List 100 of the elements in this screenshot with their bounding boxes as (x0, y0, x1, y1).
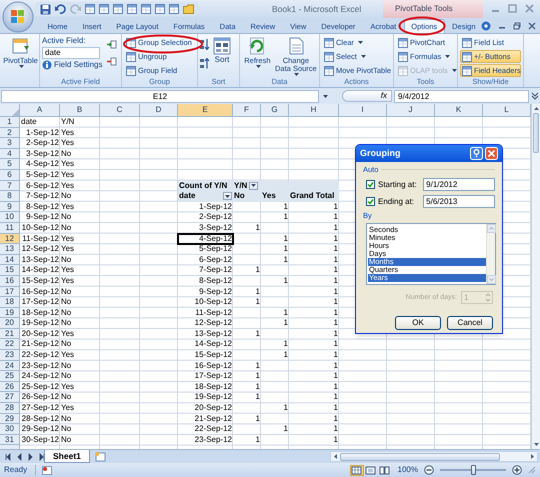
column-header[interactable]: L (483, 104, 531, 117)
column-header[interactable]: D (140, 104, 178, 117)
previous-sheet-icon[interactable] (4, 452, 12, 460)
close-icon[interactable] (528, 22, 536, 30)
row-header[interactable]: 25 (0, 371, 20, 382)
row-header[interactable]: 29 (0, 414, 20, 424)
row-header[interactable]: 3 (0, 138, 20, 149)
row-header[interactable]: 6 (0, 170, 20, 181)
expand-icon[interactable] (531, 92, 539, 100)
row-header[interactable]: 7 (0, 180, 20, 192)
row-header[interactable]: 27 (0, 392, 20, 404)
dialog-button[interactable]: Cancel (447, 316, 493, 330)
row-header[interactable]: 26 (0, 382, 20, 392)
view-button[interactable] (378, 464, 392, 476)
field-settings-button[interactable]: Field Settings (42, 60, 107, 70)
column-header[interactable]: J (387, 104, 435, 117)
row-header[interactable]: 13 (0, 244, 20, 255)
checkbox[interactable] (366, 197, 375, 206)
sort-ascending-icon[interactable] (200, 39, 210, 50)
row-header[interactable]: 2 (0, 128, 20, 138)
table-cell-text: 2-Sep-12 (198, 212, 233, 223)
zoom-out-icon[interactable] (424, 465, 434, 475)
start-date-field[interactable]: 9/1/2012 (423, 178, 495, 191)
restore-icon[interactable] (513, 22, 521, 30)
column-header[interactable]: K (435, 104, 483, 117)
row-header[interactable]: 5 (0, 159, 20, 170)
table-cell-text: 14-Sep-12 (194, 339, 233, 350)
scrollbar-thumb[interactable] (340, 452, 500, 460)
insert-sheet-icon[interactable] (94, 452, 108, 462)
row-header[interactable]: 4 (0, 148, 20, 160)
view-button[interactable] (350, 464, 364, 476)
vertical-scrollbar[interactable] (531, 104, 540, 449)
column-header[interactable]: B (60, 104, 100, 117)
scrollbar-thumb[interactable] (533, 113, 539, 153)
row-header[interactable]: 31 (0, 434, 20, 446)
row-header[interactable]: 1 (0, 117, 20, 128)
column-header[interactable]: C (100, 104, 140, 117)
table-cell-text: No (60, 222, 72, 234)
active-field-input[interactable]: date (42, 47, 100, 59)
row-header[interactable]: 22 (0, 339, 20, 350)
caret-icon (251, 184, 256, 188)
row-header[interactable]: 23 (0, 350, 20, 361)
dialog-button[interactable]: OK (395, 316, 441, 330)
collapse-icon[interactable] (107, 57, 117, 66)
undo-icon[interactable] (55, 4, 66, 14)
end-date-field[interactable]: 5/6/2013 (423, 195, 495, 208)
row-header[interactable]: 14 (0, 254, 20, 266)
checkbox[interactable] (366, 180, 375, 189)
row-header[interactable]: 18 (0, 297, 20, 308)
zoom-slider[interactable] (440, 465, 506, 475)
sort-descending-icon[interactable] (200, 58, 210, 69)
save-icon[interactable] (40, 4, 51, 14)
table-cell-text: 1 (254, 434, 261, 446)
row-header[interactable]: 8 (0, 191, 20, 202)
function-button[interactable]: fx (380, 91, 387, 101)
caret-icon (445, 55, 450, 58)
expand-icon[interactable] (107, 40, 117, 49)
row-header[interactable]: 15 (0, 265, 20, 276)
column-header[interactable]: F (233, 104, 261, 117)
dropdown-button[interactable] (223, 192, 232, 200)
field-label: Ending at: (378, 196, 416, 206)
column-header[interactable]: G (261, 104, 289, 117)
table-cell-text: 22-Sep-12 (20, 350, 60, 361)
row-header[interactable]: 17 (0, 286, 20, 298)
sheet-tab[interactable]: Sheet1 (44, 450, 90, 463)
row-header[interactable]: 9 (0, 202, 20, 212)
row-header[interactable]: 24 (0, 360, 20, 372)
zoom-in-icon[interactable] (512, 465, 522, 475)
help-icon[interactable] (470, 147, 483, 160)
row-header[interactable]: 28 (0, 403, 20, 414)
caret-icon (358, 41, 363, 44)
column-header[interactable]: A (20, 104, 60, 117)
table-cell-text: 23-Sep-12 (194, 434, 233, 446)
sheet-icon (127, 4, 137, 14)
view-button[interactable] (364, 464, 378, 476)
row-header[interactable]: 16 (0, 276, 20, 286)
row-header[interactable]: 10 (0, 212, 20, 223)
row-header[interactable]: 19 (0, 308, 20, 318)
column-header[interactable]: E (178, 104, 233, 117)
column-header[interactable]: H (289, 104, 339, 117)
document-icon (286, 37, 305, 55)
table-cell-text: 1 (254, 265, 261, 276)
horizontal-scrollbar[interactable] (330, 451, 538, 462)
name-box[interactable]: E12 (1, 90, 319, 102)
next-sheet-icon[interactable] (26, 452, 34, 460)
formula-input[interactable]: 9/4/2012 (394, 90, 529, 102)
previous-sheet-icon[interactable] (15, 452, 23, 460)
row-header[interactable]: 21 (0, 328, 20, 340)
sort-button[interactable]: Sort (213, 36, 231, 77)
slider-thumb[interactable] (470, 465, 476, 475)
macro-icon[interactable] (42, 466, 52, 474)
row-header[interactable]: 30 (0, 424, 20, 435)
row-header[interactable]: 20 (0, 318, 20, 329)
help-icon[interactable] (481, 21, 491, 31)
row-header[interactable]: 12 (0, 234, 20, 244)
next-sheet-icon[interactable] (37, 452, 45, 460)
table-cell-text: 1 (332, 286, 339, 298)
dropdown-button[interactable] (249, 182, 258, 190)
column-header[interactable]: I (339, 104, 387, 117)
row-header[interactable]: 11 (0, 222, 20, 234)
